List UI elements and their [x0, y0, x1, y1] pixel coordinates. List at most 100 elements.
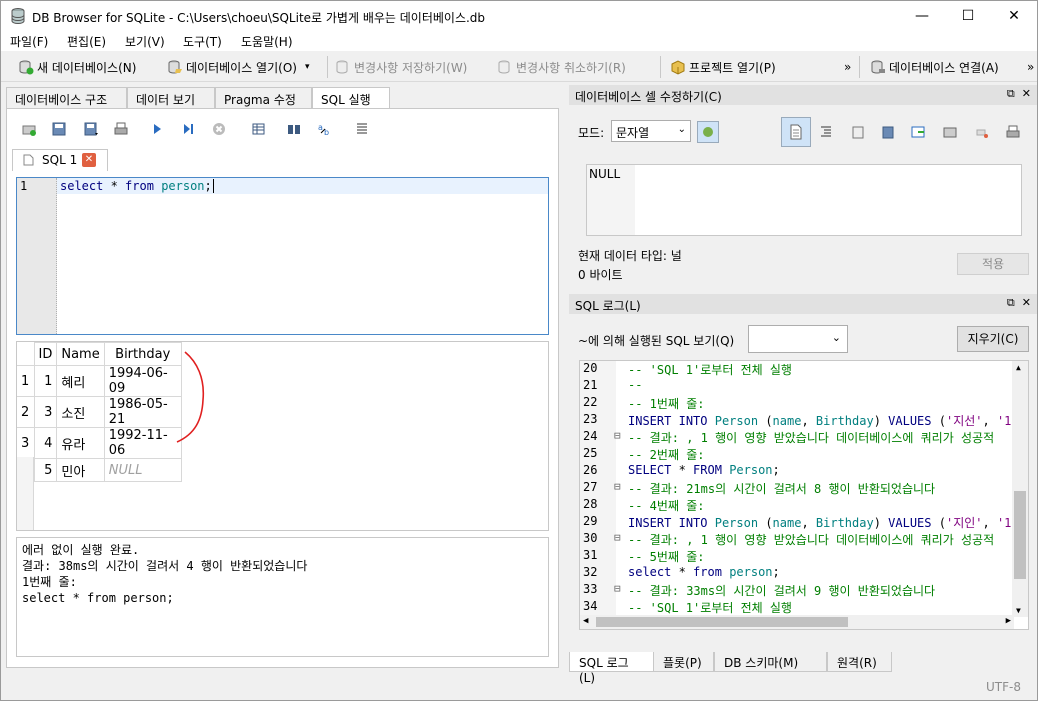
attach-database-button[interactable]: 데이터베이스 연결(A) [870, 57, 999, 77]
tab-browse-data[interactable]: 데이터 보기 [127, 87, 215, 108]
fold-marker-icon[interactable]: ⊟ [614, 429, 621, 442]
fold-marker-icon[interactable]: ⊟ [614, 582, 621, 595]
horizontal-scrollbar[interactable]: ◀ ▶ [580, 615, 1014, 629]
menu-view[interactable]: 보기(V) [125, 33, 165, 50]
stop-execution-button[interactable] [208, 118, 230, 140]
menu-help[interactable]: 도움말(H) [241, 33, 293, 50]
cell-id[interactable]: 1 [33, 365, 58, 397]
menu-tools[interactable]: 도구(T) [183, 33, 222, 50]
attach-database-label: 데이터베이스 연결(A) [889, 60, 999, 75]
export-button[interactable] [877, 121, 899, 143]
tab-plot[interactable]: 플롯(P) [653, 652, 714, 672]
new-database-button[interactable]: 새 데이터베이스(N) [18, 57, 136, 77]
scroll-down-icon[interactable]: ▼ [1016, 606, 1021, 615]
cell-name[interactable]: 소진 [56, 396, 105, 428]
table-row[interactable]: 3 4 유라 1992-11-06 [17, 427, 182, 459]
comment-lines-button[interactable] [351, 118, 373, 140]
float-icon[interactable]: ⧉ [1007, 296, 1015, 309]
log-line-number: 32 [583, 565, 598, 579]
open-project-button[interactable]: 프로젝트 열기(P) [670, 57, 776, 77]
cell-birthday-null[interactable]: NULL [103, 458, 182, 482]
fold-marker-icon[interactable]: ⊟ [614, 531, 621, 544]
menu-edit[interactable]: 편집(E) [67, 33, 106, 50]
cell-birthday[interactable]: 1992-11-06 [103, 427, 182, 459]
corner-cell[interactable] [17, 342, 35, 366]
clear-log-button[interactable]: 지우기(C) [957, 326, 1029, 352]
sql-code[interactable]: select * from person; [60, 179, 214, 193]
save-sql-file-button[interactable] [80, 118, 102, 140]
close-dock-icon[interactable]: ✕ [1022, 296, 1031, 309]
cell-birthday[interactable]: 1994-06-09 [103, 365, 182, 397]
horizontal-scroll-thumb[interactable] [596, 617, 848, 627]
execute-current-line-button[interactable] [177, 118, 199, 140]
apply-button[interactable]: 적용 [957, 253, 1029, 275]
results-grid[interactable]: ID Name Birthday 1 1 혜리 1994-06-09 2 3 소… [16, 341, 549, 531]
print-cell-button[interactable] [1002, 121, 1024, 143]
minimize-button[interactable]: — [899, 1, 945, 31]
tab-edit-pragmas[interactable]: Pragma 수정 [215, 87, 312, 108]
menu-file[interactable]: 파일(F) [10, 33, 48, 50]
open-tab-button[interactable] [18, 118, 40, 140]
execute-all-button[interactable] [146, 118, 168, 140]
tab-sql-log[interactable]: SQL 로그(L) [569, 652, 654, 685]
scroll-right-icon[interactable]: ▶ [1006, 616, 1011, 626]
tab-remote[interactable]: 원격(R) [827, 652, 892, 672]
scroll-left-icon[interactable]: ◀ [583, 616, 588, 626]
word-wrap-button[interactable] [781, 117, 811, 147]
toolbar-overflow-button-2[interactable]: » [1027, 57, 1034, 77]
fold-marker-icon[interactable]: ⊟ [614, 480, 621, 493]
cell-name[interactable]: 혜리 [56, 365, 105, 397]
cell-birthday[interactable]: 1986-05-21 [103, 396, 182, 428]
indent-button[interactable] [815, 121, 837, 143]
close-window-button[interactable]: ✕ [991, 1, 1037, 31]
clear-button[interactable] [971, 121, 993, 143]
log-filter-select[interactable]: ⌄ [748, 325, 848, 353]
float-icon[interactable]: ⧉ [1007, 87, 1015, 100]
open-database-button[interactable]: 데이터베이스 열기(O) ▾ [167, 57, 309, 77]
log-token: '지인' [945, 516, 983, 530]
maximize-button[interactable]: ☐ [945, 1, 991, 31]
scroll-up-icon[interactable]: ▲ [1016, 363, 1021, 372]
set-null-button[interactable] [907, 121, 929, 143]
save-results-button[interactable] [248, 118, 270, 140]
revert-changes-button[interactable]: 변경사항 취소하기(R) [497, 57, 626, 77]
find-replace-button[interactable]: ab [314, 118, 336, 140]
close-dock-icon[interactable]: ✕ [1022, 87, 1031, 100]
row-header[interactable]: 1 [17, 365, 35, 397]
cell-id[interactable]: 5 [33, 458, 58, 482]
vertical-scroll-thumb[interactable] [1014, 491, 1026, 579]
open-database-dropdown-icon[interactable]: ▾ [305, 62, 310, 72]
import-button[interactable] [847, 121, 869, 143]
tab-db-schema[interactable]: DB 스키마(M) [714, 652, 827, 672]
column-header[interactable]: Name [56, 342, 105, 366]
row-header[interactable]: 2 [17, 396, 35, 428]
table-row[interactable]: 4 5 민아 NULL [17, 458, 182, 482]
cell-name[interactable]: 유라 [56, 427, 105, 459]
find-button[interactable] [283, 118, 305, 140]
column-header[interactable]: ID [33, 342, 58, 366]
sql-log-view[interactable]: 20 -- 'SQL 1'로부터 전체 실행 21 -- 22 -- 1번째 줄: 23 IN… [579, 360, 1029, 630]
close-tab-icon[interactable]: ✕ [82, 153, 96, 167]
execution-message-area[interactable]: 에러 없이 실행 완료. 결과: 38ms의 시간이 걸려서 4 행이 반환되었… [16, 537, 549, 657]
tab-execute-sql[interactable]: SQL 실행 [312, 87, 390, 109]
sql-editor[interactable]: 1 select * from person; [16, 177, 549, 335]
cell-id[interactable]: 4 [33, 427, 58, 459]
cell-id[interactable]: 3 [33, 396, 58, 428]
log-token: Person [729, 463, 773, 477]
sql-editor-tab[interactable]: SQL 1 ✕ [12, 149, 108, 171]
row-header[interactable]: 3 [17, 427, 35, 459]
open-external-button[interactable] [939, 121, 961, 143]
toolbar-overflow-button[interactable]: » [844, 57, 851, 77]
auto-switch-mode-button[interactable] [697, 121, 719, 143]
table-row[interactable]: 1 1 혜리 1994-06-09 [17, 365, 182, 397]
mode-select[interactable]: 문자열 ⌄ [611, 120, 691, 142]
print-button[interactable] [110, 118, 132, 140]
write-changes-button[interactable]: 변경사항 저장하기(W) [335, 57, 467, 77]
open-sql-file-button[interactable] [48, 118, 70, 140]
table-row[interactable]: 2 3 소진 1986-05-21 [17, 396, 182, 428]
vertical-scrollbar[interactable]: ▲ ▼ [1012, 361, 1028, 617]
tab-database-structure[interactable]: 데이터베이스 구조 [6, 87, 127, 108]
cell-value-editor[interactable]: NULL [586, 164, 1022, 236]
cell-name[interactable]: 민아 [56, 458, 105, 482]
column-header[interactable]: Birthday [103, 342, 182, 366]
